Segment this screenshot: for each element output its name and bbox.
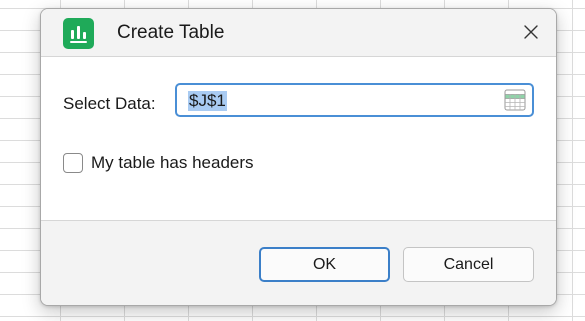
dialog-titlebar: Create Table bbox=[41, 9, 556, 56]
close-icon bbox=[524, 25, 538, 39]
spreadsheet-chart-icon bbox=[63, 18, 94, 49]
select-data-label: Select Data: bbox=[63, 94, 156, 113]
range-selector-icon[interactable] bbox=[504, 89, 526, 111]
headers-checkbox-row[interactable]: My table has headers bbox=[63, 152, 254, 174]
dialog-title: Create Table bbox=[117, 22, 225, 43]
close-button[interactable] bbox=[516, 17, 546, 47]
create-table-dialog: Create Table Select Data: $J$1 My table … bbox=[40, 8, 557, 306]
cancel-button[interactable]: Cancel bbox=[403, 247, 534, 282]
data-range-value[interactable]: $J$1 bbox=[188, 91, 227, 111]
headers-checkbox-label[interactable]: My table has headers bbox=[91, 153, 254, 173]
ok-button[interactable]: OK bbox=[259, 247, 390, 282]
dialog-footer: OK Cancel bbox=[41, 221, 556, 305]
headers-checkbox[interactable] bbox=[63, 153, 83, 173]
dialog-body: Select Data: $J$1 My table has headers bbox=[41, 56, 556, 221]
data-range-input[interactable]: $J$1 bbox=[175, 83, 534, 117]
